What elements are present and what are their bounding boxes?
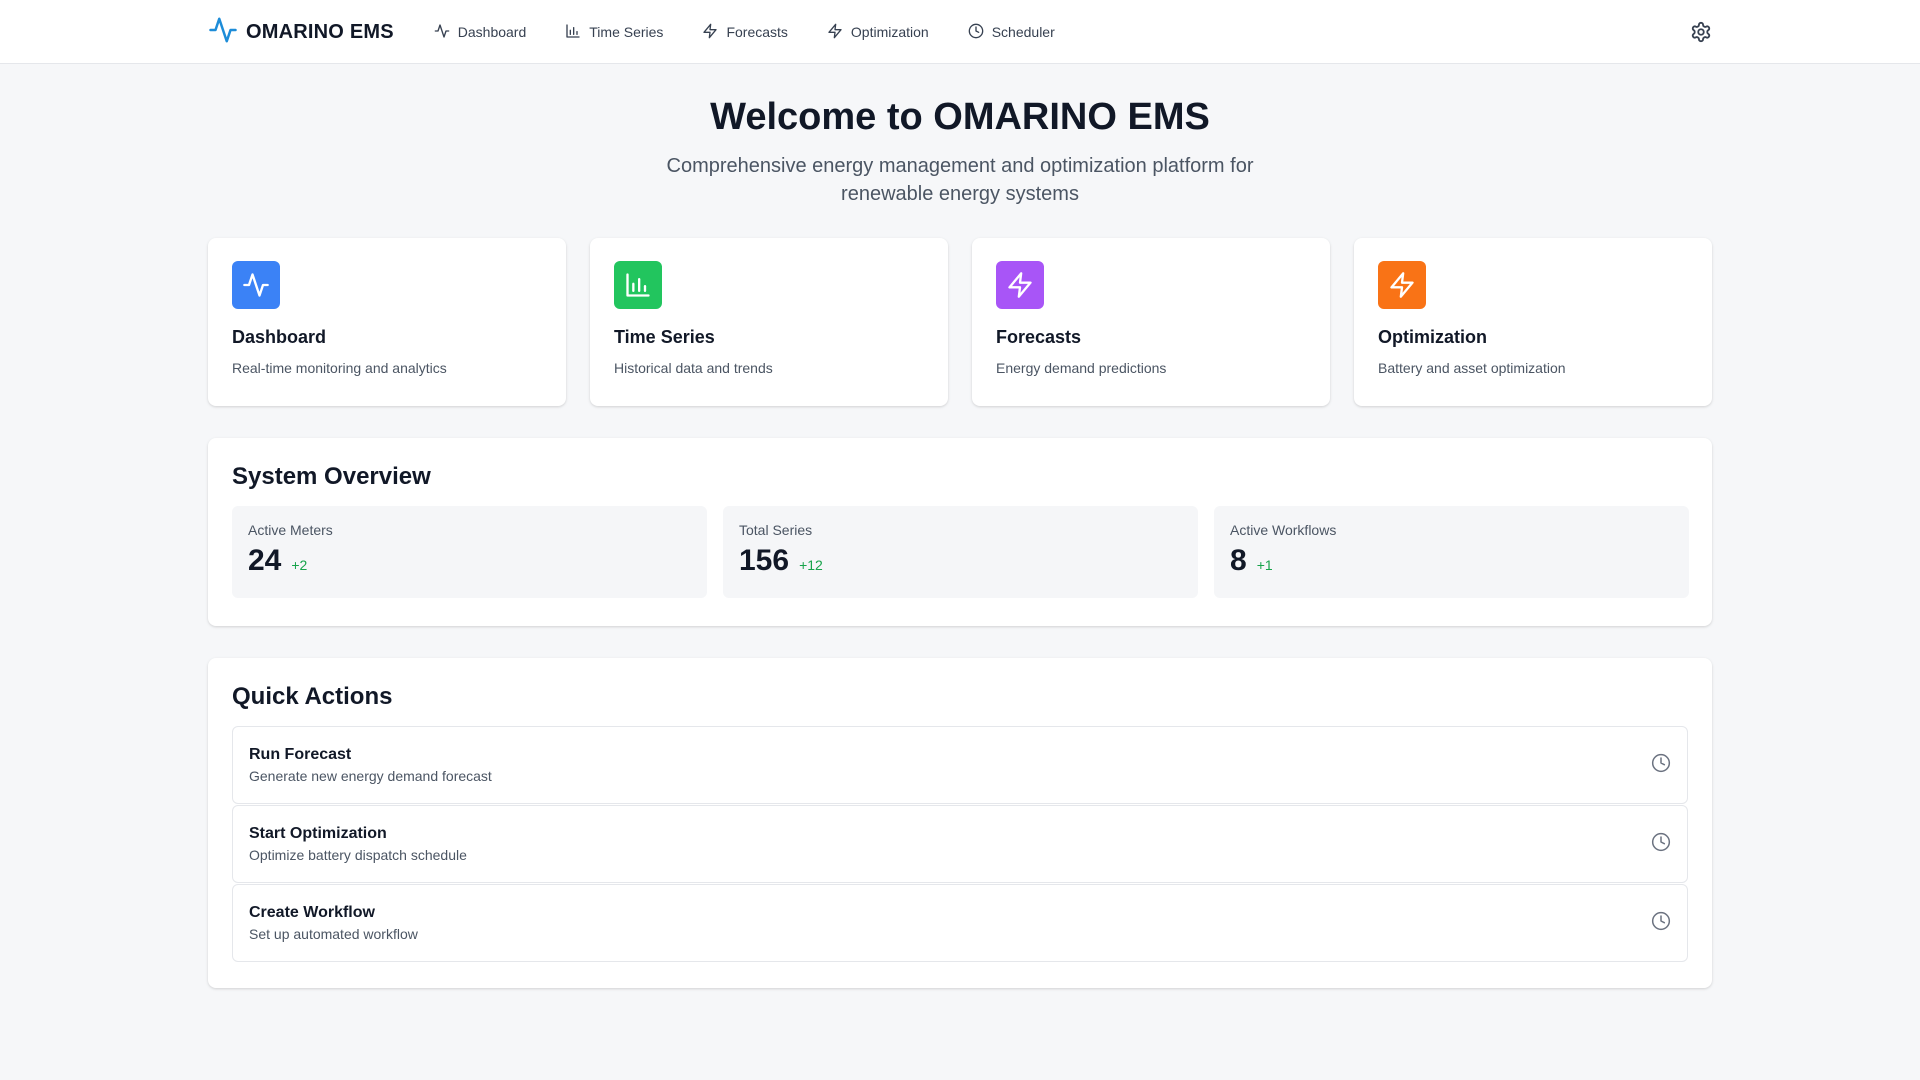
bar-chart-icon — [565, 23, 581, 42]
page-subtitle: Comprehensive energy management and opti… — [666, 155, 1254, 205]
nav-item-label: Optimization — [850, 24, 929, 40]
action-description: Optimize battery dispatch schedule — [249, 847, 467, 863]
feature-card-description: Historical data and trends — [614, 360, 773, 376]
section-title: System Overview — [232, 463, 431, 490]
feature-cards: Dashboard Real-time monitoring and analy… — [208, 238, 1712, 406]
clock-icon — [1651, 753, 1671, 778]
stat-value: 8 — [1230, 544, 1247, 577]
zap-icon — [827, 23, 843, 42]
nav-item-scheduler[interactable]: Scheduler — [968, 23, 1055, 42]
nav-item-label: Dashboard — [457, 24, 527, 40]
bar-chart-icon — [614, 261, 662, 309]
gear-icon — [1690, 21, 1712, 47]
nav-item-forecasts[interactable]: Forecasts — [702, 23, 788, 42]
nav-item-dashboard[interactable]: Dashboard — [434, 23, 527, 42]
zap-icon — [702, 23, 718, 42]
feature-card-title: Time Series — [614, 327, 715, 347]
main-nav: Dashboard Time Series Forecasts Optimiza… — [434, 23, 1055, 42]
run-forecast-button[interactable]: Run Forecast Generate new energy demand … — [232, 726, 1688, 804]
nav-item-label: Scheduler — [991, 24, 1055, 40]
clock-icon — [968, 23, 984, 42]
brand-logo-link[interactable]: OMARINO EMS — [208, 15, 394, 50]
nav-item-label: Forecasts — [726, 24, 788, 40]
feature-card-description: Battery and asset optimization — [1378, 360, 1566, 376]
feature-card-description: Energy demand predictions — [996, 360, 1167, 376]
settings-button[interactable] — [1690, 21, 1712, 43]
feature-card-optimization[interactable]: Optimization Battery and asset optimizat… — [1354, 238, 1712, 406]
action-title: Create Workflow — [249, 904, 375, 921]
create-workflow-button[interactable]: Create Workflow Set up automated workflo… — [232, 884, 1688, 962]
nav-item-time-series[interactable]: Time Series — [565, 23, 663, 42]
stat-value: 24 — [248, 544, 282, 577]
section-title: Quick Actions — [232, 683, 393, 710]
action-title: Start Optimization — [249, 825, 387, 842]
feature-card-forecasts[interactable]: Forecasts Energy demand predictions — [972, 238, 1330, 406]
stat-value: 156 — [739, 544, 790, 577]
clock-icon — [1651, 911, 1671, 936]
stat-active-meters: Active Meters 24 +2 — [232, 506, 707, 598]
zap-icon — [996, 261, 1044, 309]
feature-card-time-series[interactable]: Time Series Historical data and trends — [590, 238, 948, 406]
system-overview-panel: System Overview Active Meters 24 +2 Tota… — [208, 438, 1712, 626]
nav-item-optimization[interactable]: Optimization — [827, 23, 929, 42]
feature-card-description: Real-time monitoring and analytics — [232, 360, 447, 376]
stat-delta: +1 — [1256, 557, 1273, 573]
nav-item-label: Time Series — [589, 24, 664, 40]
start-optimization-button[interactable]: Start Optimization Optimize battery disp… — [232, 805, 1688, 883]
stat-label: Total Series — [739, 522, 813, 538]
page-title: Welcome to OMARINO EMS — [710, 96, 1210, 138]
feature-card-title: Forecasts — [996, 327, 1082, 347]
quick-actions-panel: Quick Actions Run Forecast Generate new … — [208, 658, 1712, 988]
app-name: OMARINO EMS — [246, 20, 394, 43]
stats-grid: Active Meters 24 +2 Total Series 156 +12… — [232, 506, 1689, 598]
action-description: Generate new energy demand forecast — [249, 768, 492, 784]
stat-label: Active Workflows — [1230, 522, 1337, 538]
activity-icon — [232, 261, 280, 309]
main-content: Welcome to OMARINO EMS Comprehensive ene… — [208, 64, 1712, 988]
stat-active-workflows: Active Workflows 8 +1 — [1214, 506, 1689, 598]
stat-delta: +2 — [291, 557, 308, 573]
top-navbar: OMARINO EMS Dashboard Time Series Foreca… — [0, 0, 1920, 64]
stat-delta: +12 — [799, 557, 823, 573]
feature-card-title: Optimization — [1378, 327, 1487, 347]
feature-card-dashboard[interactable]: Dashboard Real-time monitoring and analy… — [208, 238, 566, 406]
activity-icon — [208, 15, 238, 50]
activity-icon — [434, 23, 450, 42]
feature-card-title: Dashboard — [232, 327, 327, 347]
stat-label: Active Meters — [248, 522, 333, 538]
hero-section: Welcome to OMARINO EMS Comprehensive ene… — [208, 64, 1712, 208]
clock-icon — [1651, 832, 1671, 857]
quick-actions-list: Run Forecast Generate new energy demand … — [232, 726, 1688, 962]
action-title: Run Forecast — [249, 746, 352, 763]
stat-total-series: Total Series 156 +12 — [723, 506, 1198, 598]
zap-icon — [1378, 261, 1426, 309]
action-description: Set up automated workflow — [249, 926, 418, 942]
